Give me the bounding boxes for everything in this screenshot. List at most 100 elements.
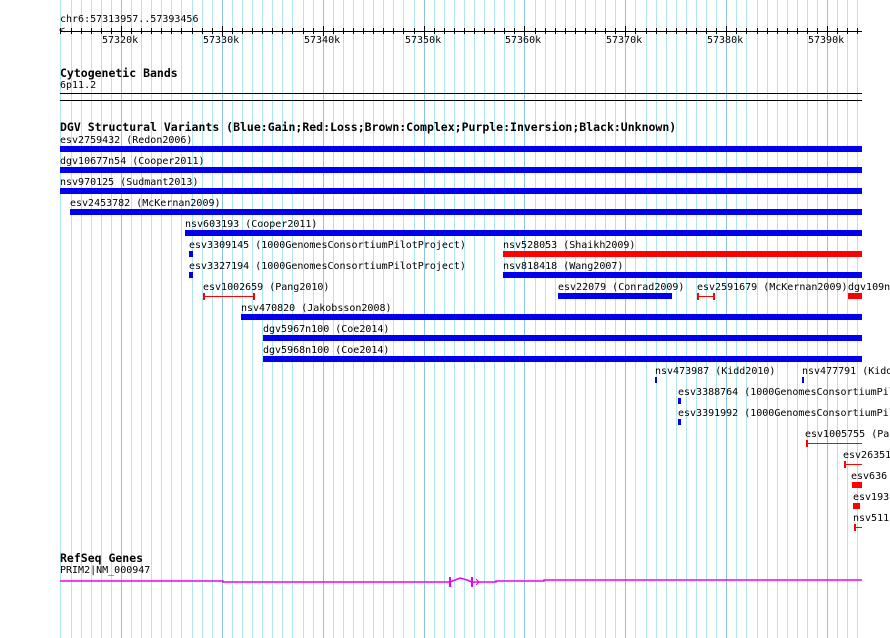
variant-loss-bar[interactable] [503, 251, 862, 257]
variant-gain-bar[interactable] [558, 293, 672, 299]
ruler-tick [635, 28, 636, 34]
variant-gain-bar[interactable] [60, 146, 862, 152]
variant-label[interactable]: nsv970125 (Sudmant2013) [60, 177, 198, 188]
ruler-tick [313, 28, 314, 34]
ruler-tick [282, 28, 283, 34]
variant-gain-bar[interactable] [678, 419, 681, 425]
variant-label[interactable]: esv2591679 (McKernan2009) [697, 282, 848, 293]
variant-gain-bar[interactable] [263, 356, 862, 362]
variant-loss-bar[interactable] [697, 296, 713, 297]
variant-label[interactable]: dgv5968n100 (Coe2014) [263, 345, 389, 356]
variant-gain-bar[interactable] [655, 377, 657, 383]
variant-label[interactable]: esv193 [853, 492, 889, 503]
ruler-tick-label: 57360k [505, 35, 542, 46]
ruler-tick [212, 28, 213, 34]
ruler-tick [595, 28, 596, 34]
variant-label[interactable]: nsv818418 (Wang2007) [503, 261, 623, 272]
ruler-tick [777, 28, 778, 34]
variant-label[interactable]: esv636 [851, 471, 887, 482]
variant-end-cap [713, 293, 715, 300]
ruler-tick [272, 28, 273, 34]
variant-gain-bar[interactable] [70, 209, 862, 215]
variant-loss-bar[interactable] [854, 527, 862, 528]
variant-gain-bar[interactable] [60, 167, 862, 173]
variant-label[interactable]: esv2453782 (McKernan2009) [70, 198, 221, 209]
variant-gain-bar[interactable] [60, 188, 862, 194]
ruler-tick [292, 28, 293, 34]
variant-label[interactable]: esv3309145 (1000GenomesConsortiumPilotPr… [189, 240, 466, 251]
ruler-tick [757, 28, 758, 34]
ruler-tick [161, 28, 162, 34]
gene-model[interactable] [0, 570, 890, 590]
variant-loss-bar[interactable] [852, 482, 862, 488]
grid-line [192, 0, 193, 638]
variant-label[interactable]: nsv528053 (Shaikh2009) [503, 240, 635, 251]
ruler-tick [171, 28, 172, 34]
ruler-tick [767, 28, 768, 34]
variant-label[interactable]: esv3327194 (1000GenomesConsortiumPilotPr… [189, 261, 466, 272]
variant-label[interactable]: dgv109n [848, 282, 890, 293]
variant-gain-bar[interactable] [185, 230, 862, 236]
variant-gain-bar[interactable] [241, 314, 862, 320]
variant-label[interactable]: esv1002659 (Pang2010) [203, 282, 329, 293]
variant-label[interactable]: nsv477791 (Kidd [802, 366, 890, 377]
grid-line [222, 0, 223, 638]
variant-label[interactable]: nsv603193 (Cooper2011) [185, 219, 317, 230]
grid-line [101, 0, 102, 638]
cytoband-bar[interactable] [60, 93, 862, 94]
ruler-tick [363, 28, 364, 34]
grid-line [60, 0, 61, 638]
grid-line [151, 0, 152, 638]
ruler-tick [686, 28, 687, 34]
variant-gain-bar[interactable] [802, 377, 804, 383]
ruler-tick [373, 28, 374, 34]
variant-label[interactable]: esv3388764 (1000GenomesConsortiumPil [678, 387, 890, 398]
ruler-tick [837, 28, 838, 34]
variant-label[interactable]: dgv10677n54 (Cooper2011) [60, 156, 205, 167]
ruler-tick [232, 28, 233, 34]
ruler-tick [555, 28, 556, 34]
ruler-tick [706, 28, 707, 34]
variant-label[interactable]: esv26351 [843, 450, 890, 461]
variant-label[interactable]: esv1005755 (Pa [805, 429, 889, 440]
variant-loss-bar[interactable] [853, 503, 860, 509]
variant-loss-bar[interactable] [203, 296, 253, 297]
grid-line [161, 0, 162, 638]
variant-gain-bar[interactable] [189, 251, 193, 257]
ruler-tick [101, 28, 102, 34]
variant-gain-bar[interactable] [503, 272, 862, 278]
variant-end-cap [253, 293, 255, 300]
variant-label[interactable]: esv22079 (Conrad2009) [558, 282, 684, 293]
variant-label[interactable]: nsv473987 (Kidd2010) [655, 366, 775, 377]
dgv-title: DGV Structural Variants (Blue:Gain;Red:L… [60, 120, 677, 134]
ruler-tick [414, 28, 415, 34]
gene-exon [471, 577, 473, 587]
ruler-tick [111, 28, 112, 34]
variant-label[interactable]: nsv511 [853, 513, 889, 524]
grid-line [131, 0, 132, 638]
ruler-tick [545, 28, 546, 34]
variant-label[interactable]: nsv470820 (Jakobsson2008) [241, 303, 392, 314]
ruler-tick [151, 28, 152, 34]
variant-loss-bar[interactable] [848, 293, 862, 299]
variant-loss-bar[interactable] [806, 443, 862, 444]
variant-label[interactable]: esv3391992 (1000GenomesConsortiumPil [678, 408, 890, 419]
refseq-title: RefSeq Genes [60, 551, 144, 565]
ruler-tick [141, 28, 142, 34]
variant-gain-bar[interactable] [263, 335, 862, 341]
ruler-tick [514, 28, 515, 34]
ruler-tick [656, 28, 657, 34]
ruler-tick [535, 28, 536, 34]
variant-gain-bar[interactable] [189, 272, 193, 278]
ruler-tick [474, 28, 475, 34]
gene-exon [449, 577, 451, 587]
ruler-tick-label: 57350k [405, 35, 442, 46]
ruler-tick [615, 28, 616, 34]
variant-loss-bar[interactable] [844, 464, 862, 465]
variant-label[interactable]: esv2759432 (Redon2006) [60, 135, 192, 146]
variant-gain-bar[interactable] [678, 398, 681, 404]
ruler-tick [676, 28, 677, 34]
ruler-tick-label: 57390k [808, 35, 845, 46]
ruler-tick [383, 28, 384, 34]
variant-label[interactable]: dgv5967n100 (Coe2014) [263, 324, 389, 335]
